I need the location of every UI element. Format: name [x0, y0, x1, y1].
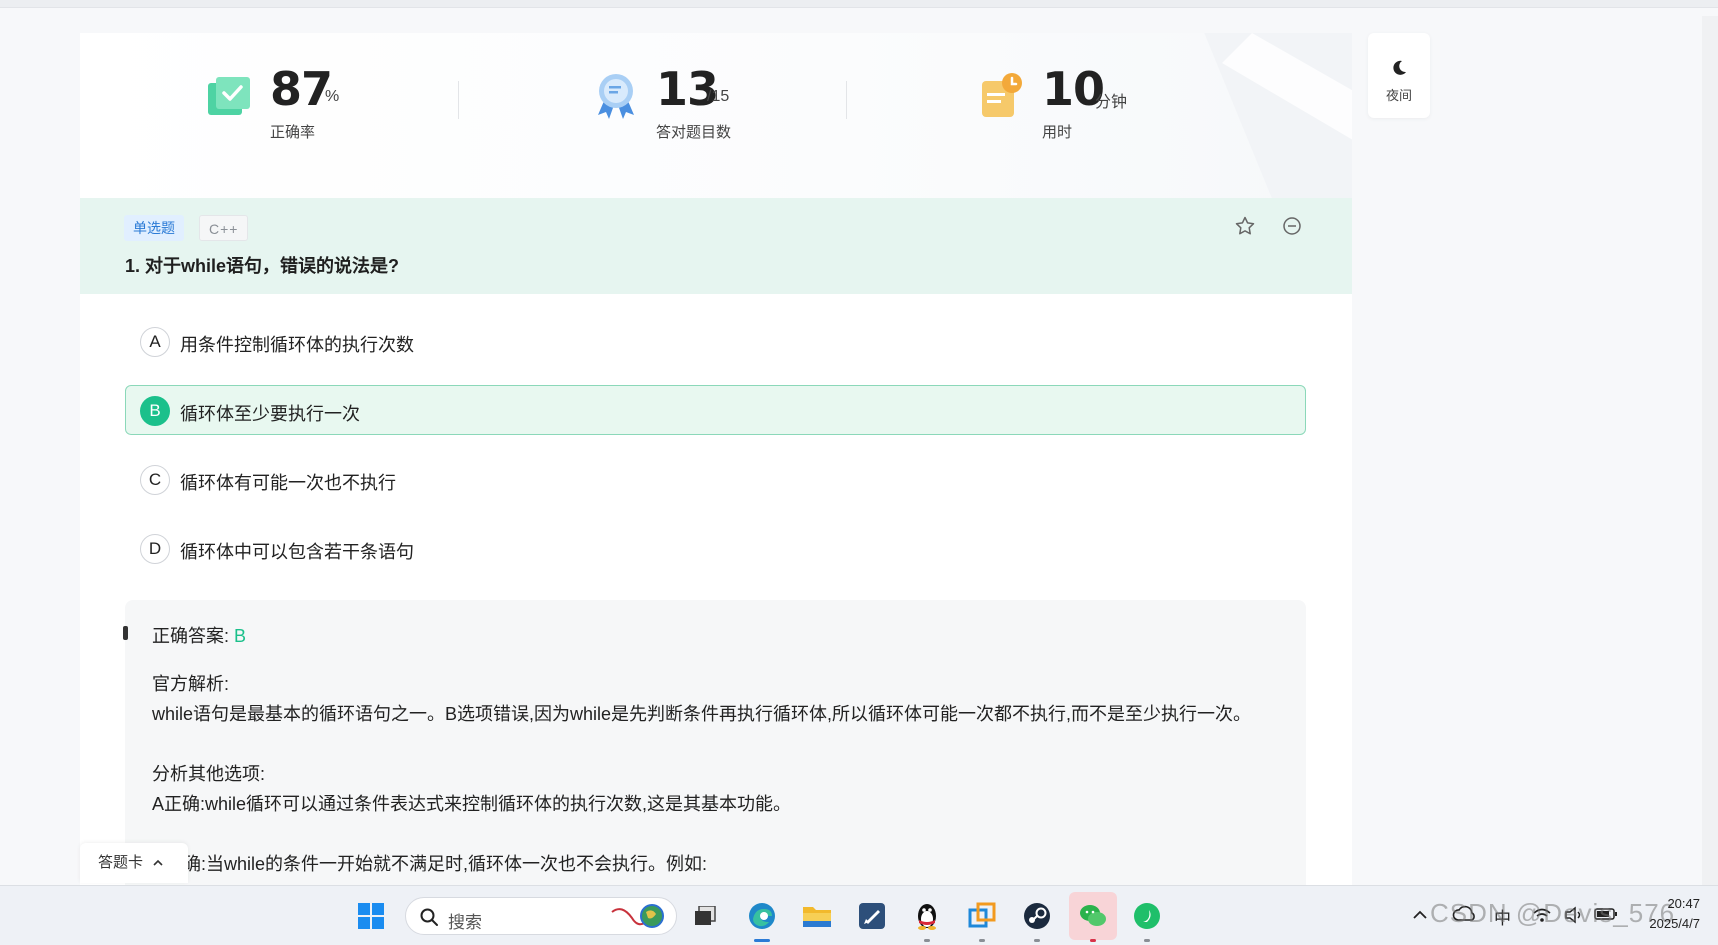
- remote-desktop-icon: [968, 902, 996, 928]
- taskbar-remote-desktop[interactable]: [962, 896, 1002, 942]
- taskbar-edge-browser[interactable]: [742, 896, 782, 942]
- editor-app-icon: [859, 903, 885, 929]
- answer-card-label: 答题卡: [98, 854, 144, 871]
- option-letter: A: [140, 327, 170, 357]
- remove-circle-icon[interactable]: [1280, 214, 1304, 238]
- question-language-tag: C++: [199, 215, 249, 241]
- option-letter: D: [140, 534, 170, 564]
- green-app-icon: [1134, 903, 1160, 929]
- other-options-title: 分析其他选项:: [152, 764, 266, 784]
- accuracy-unit: %: [325, 88, 340, 105]
- running-indicator: [1090, 939, 1096, 942]
- star-icon[interactable]: [1233, 214, 1257, 238]
- correct-count-label: 答对题目数: [656, 124, 732, 141]
- section-marker: [123, 626, 128, 640]
- award-ribbon-icon: [598, 74, 634, 119]
- running-indicator: [979, 939, 985, 942]
- checkbox-check-icon: [208, 77, 250, 115]
- windows-taskbar: 搜索 中 CSDN @Devis_576 20:47 2025/4/7: [0, 885, 1718, 945]
- folder-icon: [803, 907, 831, 927]
- stats-divider: [846, 81, 847, 119]
- taskbar-search-box[interactable]: 搜索: [405, 897, 677, 935]
- accuracy-value: 87: [270, 62, 333, 116]
- page-area: 87 % 正确率 13 /15 答对题目数 10 分钟 用时 单选题 C++ 1…: [0, 8, 1718, 893]
- chevron-up-icon: [153, 859, 163, 866]
- steam-icon: [1024, 903, 1050, 929]
- running-indicator: [924, 939, 930, 942]
- correct-count-total: /15: [707, 88, 730, 105]
- stat-correct-count: 13 /15 答对题目数: [592, 61, 792, 141]
- stat-time-used: 10 分钟 用时: [978, 61, 1198, 141]
- option-d[interactable]: D 循环体中可以包含若干条语句: [125, 523, 1306, 573]
- search-placeholder: 搜索: [448, 913, 482, 932]
- night-mode-label: 夜间: [1385, 88, 1412, 103]
- correct-answer-value: B: [234, 626, 247, 646]
- taskbar-file-explorer[interactable]: [797, 896, 837, 936]
- question-type-tag: 单选题: [124, 215, 184, 241]
- answer-analysis-panel: 正确答案: B 官方解析: while语句是最基本的循环语句之一。B选项错误,因…: [123, 600, 1306, 885]
- stats-divider: [458, 81, 459, 119]
- edge-browser-icon: [749, 903, 775, 929]
- option-text: 循环体中可以包含若干条语句: [180, 542, 414, 562]
- wechat-icon: [1080, 905, 1106, 926]
- task-view-icon: [695, 906, 716, 925]
- official-analysis-text: while语句是最基本的循环语句之一。B选项错误,因为while是先判断条件再执…: [152, 704, 1252, 724]
- question-title: 1. 对于while语句，错误的说法是?: [125, 256, 400, 276]
- taskbar-qq[interactable]: [907, 896, 947, 942]
- stats-panel: 87 % 正确率 13 /15 答对题目数 10 分钟 用时: [80, 33, 1352, 223]
- taskbar-app-editor[interactable]: [852, 896, 892, 936]
- page-scrollbar[interactable]: [1702, 16, 1718, 893]
- running-indicator: [1144, 939, 1150, 942]
- option-c[interactable]: C 循环体有可能一次也不执行: [125, 454, 1306, 504]
- moon-icon: [1393, 60, 1406, 75]
- option-a[interactable]: A 用条件控制循环体的执行次数: [125, 316, 1306, 366]
- option-a-analysis: A正确:while循环可以通过条件表达式来控制循环体的执行次数,这是其基本功能。: [152, 794, 792, 814]
- accuracy-label: 正确率: [270, 124, 316, 141]
- correct-answer-label: 正确答案:: [152, 626, 230, 646]
- question-header: 单选题 C++ 1. 对于while语句，错误的说法是?: [80, 198, 1352, 294]
- night-mode-button[interactable]: 夜间: [1368, 33, 1430, 118]
- search-icon: [420, 908, 438, 926]
- correct-answer-line: 正确答案: B: [152, 622, 246, 648]
- windows-logo-icon: [358, 903, 384, 929]
- time-used-label: 用时: [1042, 124, 1073, 141]
- chevron-up-icon[interactable]: [1412, 908, 1428, 922]
- option-c-analysis: C正确:当while的条件一开始就不满足时,循环体一次也不会执行。例如:: [152, 854, 708, 874]
- time-used-unit: 分钟: [1095, 94, 1128, 111]
- quiz-result-card: 87 % 正确率 13 /15 答对题目数 10 分钟 用时 单选题 C++ 1…: [80, 33, 1352, 885]
- running-indicator: [1034, 939, 1040, 942]
- option-letter: C: [140, 465, 170, 495]
- option-b[interactable]: B 循环体至少要执行一次: [125, 385, 1306, 435]
- system-clock[interactable]: 20:47 2025/4/7: [1620, 894, 1700, 934]
- clock-date: 2025/4/7: [1649, 916, 1700, 931]
- option-letter: B: [140, 396, 170, 426]
- start-button[interactable]: [351, 896, 391, 936]
- taskbar-task-view[interactable]: [685, 896, 725, 936]
- taskbar-app-green[interactable]: [1127, 896, 1167, 942]
- qq-penguin-icon: [918, 904, 936, 930]
- clipboard-clock-icon: [982, 73, 1022, 117]
- option-text: 循环体有可能一次也不执行: [180, 473, 396, 493]
- browser-top-edge: [0, 0, 1718, 8]
- option-text: 用条件控制循环体的执行次数: [180, 335, 414, 355]
- stat-accuracy: 87 % 正确率: [206, 61, 406, 141]
- answer-card-button[interactable]: 答题卡: [80, 843, 188, 883]
- official-analysis-title: 官方解析:: [152, 674, 230, 694]
- running-indicator: [754, 939, 770, 942]
- search-highlight-globe-icon: [611, 904, 664, 928]
- clock-time: 20:47: [1667, 896, 1700, 911]
- taskbar-wechat[interactable]: [1069, 892, 1117, 942]
- option-text: 循环体至少要执行一次: [180, 404, 360, 424]
- taskbar-steam[interactable]: [1017, 896, 1057, 942]
